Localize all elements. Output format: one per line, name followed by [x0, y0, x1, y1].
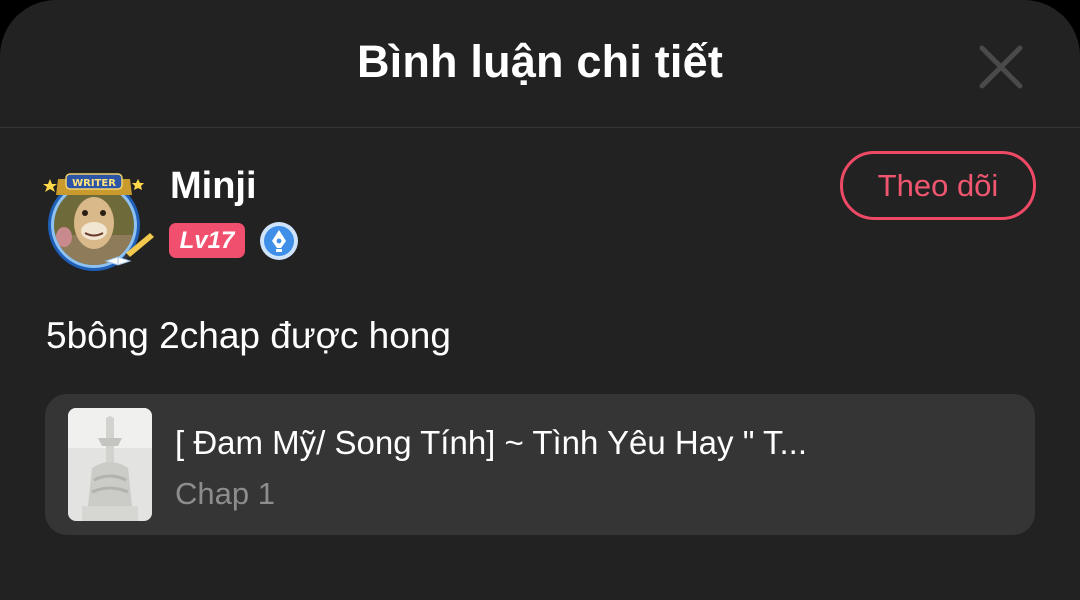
comment-detail-sheet: Bình luận chi tiết WRITER Minji Lv17 The…	[0, 0, 1080, 600]
pen-nib-badge-icon	[259, 221, 299, 261]
writer-label: WRITER	[72, 178, 116, 189]
avatar[interactable]: WRITER	[34, 165, 158, 277]
follow-button[interactable]: Theo dõi	[840, 151, 1036, 220]
story-title: [ Đam Mỹ/ Song Tính] ~ Tình Yêu Hay " T.…	[175, 424, 807, 461]
story-cover-image	[68, 408, 152, 521]
comment-text: 5bông 2chap được hong	[46, 315, 451, 356]
story-chapter: Chap 1	[175, 476, 275, 511]
story-card[interactable]: [ Đam Mỹ/ Song Tính] ~ Tình Yêu Hay " T.…	[45, 394, 1035, 535]
comment-author-name[interactable]: Minji	[170, 165, 257, 208]
sheet-header: Bình luận chi tiết	[0, 0, 1080, 128]
page-title: Bình luận chi tiết	[356, 36, 724, 87]
level-badge: Lv17	[169, 223, 245, 258]
svg-text:WRITER: WRITER	[72, 178, 116, 189]
writer-avatar-frame: WRITER	[43, 173, 154, 271]
close-icon	[979, 45, 1023, 89]
close-button[interactable]	[974, 40, 1028, 94]
